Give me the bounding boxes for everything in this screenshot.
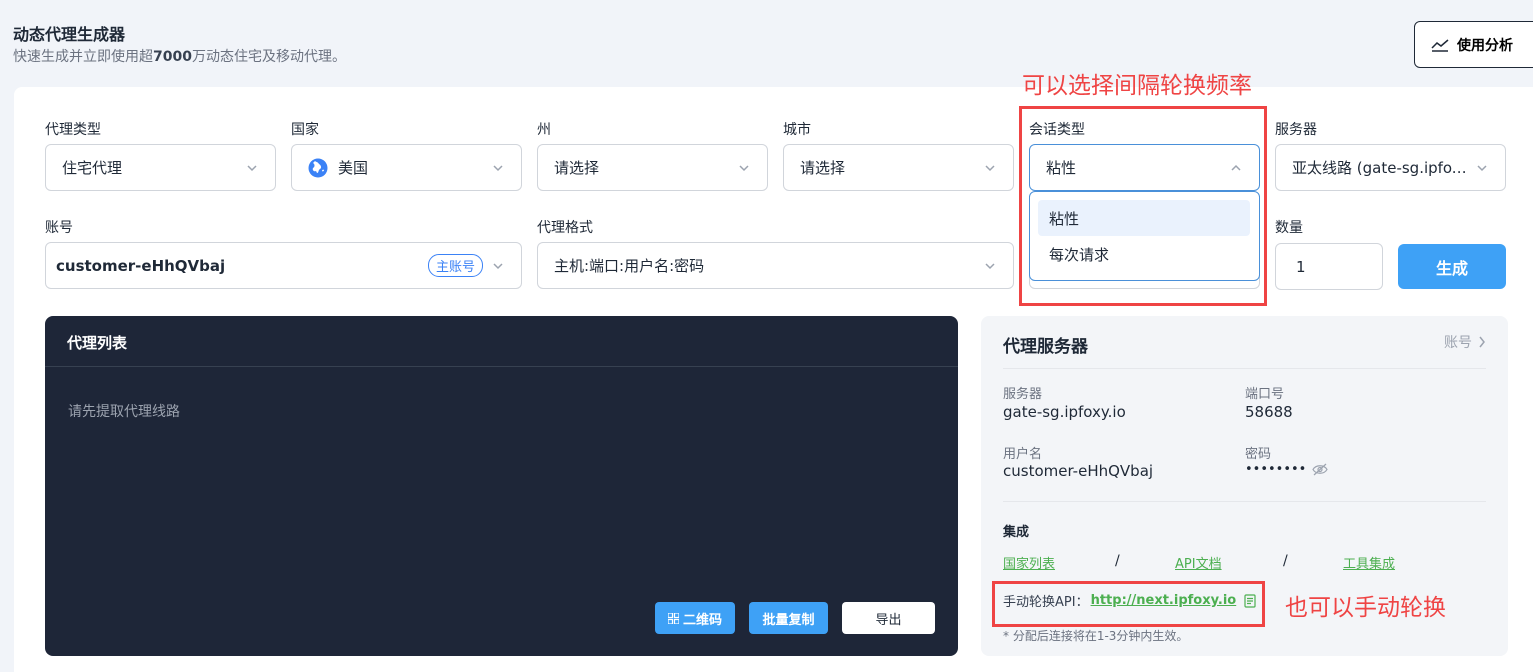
link-separator: /: [1115, 553, 1120, 569]
port-label: 端口号: [1245, 387, 1285, 402]
eye-slash-icon[interactable]: [1312, 463, 1329, 476]
manual-api-link[interactable]: http://next.ipfoxy.io: [1091, 593, 1237, 608]
generate-button[interactable]: 生成: [1398, 244, 1506, 289]
account-label: 账号: [45, 220, 73, 236]
account-select[interactable]: customer-eHhQVbaj 主账号: [45, 242, 522, 289]
proxy-format-value: 主机:端口:用户名:密码: [554, 257, 705, 275]
batch-copy-button[interactable]: 批量复制: [749, 602, 828, 634]
quantity-input[interactable]: [1275, 243, 1383, 290]
username-value: customer-eHhQVbaj: [1003, 462, 1154, 480]
proxy-list-panel: 代理列表 请先提取代理线路 二维码 批量复制 导出: [45, 316, 958, 656]
chevron-down-icon: [985, 164, 995, 171]
usage-analysis-label: 使用分析: [1457, 36, 1513, 53]
usage-analysis-button[interactable]: 使用分析: [1414, 21, 1533, 68]
trend-chart-icon: [1431, 38, 1449, 52]
session-annotation: 可以选择间隔轮换频率: [1022, 73, 1252, 99]
proxy-list-title: 代理列表: [67, 334, 128, 352]
subtitle-suffix: 万动态住宅及移动代理。: [191, 49, 346, 65]
export-button[interactable]: 导出: [842, 602, 935, 634]
proxy-type-value: 住宅代理: [62, 159, 123, 177]
session-type-value: 粘性: [1046, 159, 1077, 177]
copy-icon[interactable]: [1244, 593, 1256, 608]
country-select[interactable]: 美国: [291, 144, 522, 191]
state-label: 州: [537, 122, 551, 138]
city-label: 城市: [783, 122, 811, 138]
qr-code-button[interactable]: 二维码: [655, 602, 735, 634]
divider: [45, 366, 958, 367]
account-link-label: 账号: [1444, 335, 1472, 351]
qr-code-icon: [667, 612, 679, 624]
session-type-dropdown: 粘性 每次请求: [1029, 191, 1260, 281]
divider: [1003, 501, 1486, 502]
proxy-list-empty: 请先提取代理线路: [68, 404, 180, 420]
divider: [1003, 368, 1486, 369]
link-separator: /: [1283, 553, 1288, 569]
session-option-sticky[interactable]: 粘性: [1038, 200, 1250, 236]
password-label: 密码: [1245, 447, 1272, 462]
state-select[interactable]: 请选择: [537, 144, 768, 191]
activation-note: * 分配后连接将在1-3分钟内生效。: [1003, 629, 1189, 643]
server-host-label: 服务器: [1003, 387, 1043, 402]
chevron-right-icon: [1479, 336, 1485, 348]
server-host-value: gate-sg.ipfoxy.io: [1003, 403, 1126, 421]
server-panel-title: 代理服务器: [1003, 337, 1088, 357]
account-link[interactable]: 账号: [1444, 332, 1486, 352]
country-label: 国家: [291, 122, 319, 138]
port-value: 58688: [1245, 403, 1293, 421]
city-value: 请选择: [800, 159, 846, 177]
username-label: 用户名: [1003, 447, 1043, 462]
manual-api-label: 手动轮换API：: [1003, 595, 1089, 610]
country-list-link[interactable]: 国家列表: [1003, 553, 1055, 572]
subtitle-count: 7000: [153, 49, 192, 65]
chevron-down-icon: [493, 262, 503, 269]
page-title: 动态代理生成器: [13, 25, 126, 44]
chevron-down-icon: [247, 164, 257, 171]
country-value: 美国: [338, 159, 369, 177]
proxy-type-label: 代理类型: [45, 122, 101, 138]
integration-title: 集成: [1003, 525, 1030, 540]
main-account-badge: 主账号: [427, 254, 483, 277]
server-select[interactable]: 亚太线路 (gate-sg.ipfoxy.io): [1275, 144, 1506, 191]
password-value: ••••••••: [1245, 462, 1307, 477]
proxy-format-select[interactable]: 主机:端口:用户名:密码: [537, 242, 1014, 289]
state-value: 请选择: [554, 159, 600, 177]
server-value: 亚太线路 (gate-sg.ipfoxy.io): [1292, 159, 1467, 177]
globe-icon: [308, 158, 328, 177]
page-subtitle: 快速生成并立即使用超7000万动态住宅及移动代理。: [13, 46, 346, 66]
server-label: 服务器: [1275, 122, 1317, 138]
session-type-select[interactable]: 粘性: [1029, 144, 1260, 191]
password-field: ••••••••: [1245, 462, 1329, 477]
chevron-up-icon: [1231, 164, 1241, 171]
city-select[interactable]: 请选择: [783, 144, 1014, 191]
session-type-label: 会话类型: [1029, 122, 1085, 138]
session-option-per-request[interactable]: 每次请求: [1038, 236, 1250, 272]
manual-annotation: 也可以手动轮换: [1285, 595, 1446, 621]
subtitle-prefix: 快速生成并立即使用超: [13, 49, 153, 65]
proxy-type-select[interactable]: 住宅代理: [45, 144, 276, 191]
manual-rotation-api: 手动轮换API： http://next.ipfoxy.io: [1003, 591, 1256, 610]
qr-code-label: 二维码: [682, 612, 722, 628]
quantity-label: 数量: [1275, 220, 1303, 236]
chevron-down-icon: [985, 262, 995, 269]
proxy-format-label: 代理格式: [537, 220, 593, 236]
chevron-down-icon: [739, 164, 749, 171]
tool-integration-link[interactable]: 工具集成: [1343, 553, 1395, 572]
account-value: customer-eHhQVbaj: [56, 256, 226, 275]
api-docs-link[interactable]: API文档: [1175, 553, 1222, 572]
chevron-down-icon: [493, 164, 503, 171]
chevron-down-icon: [1477, 164, 1487, 171]
